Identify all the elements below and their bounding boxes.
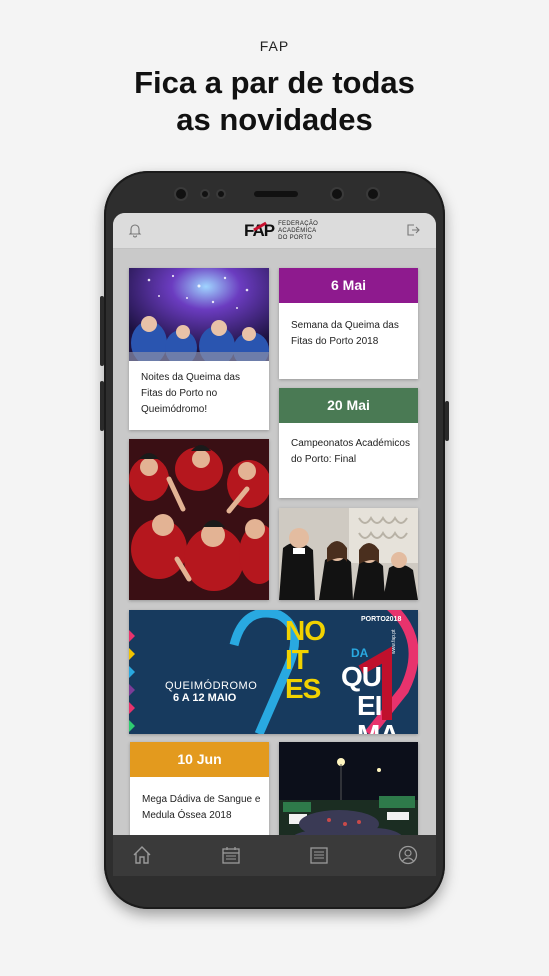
banner-queima-line-3: MA — [341, 720, 400, 734]
sensor-icon — [202, 191, 208, 197]
banner-noites: NO IT ES — [285, 615, 326, 704]
card-title: Noites da Queima das Fitas do Porto no Q… — [141, 372, 240, 415]
page-headline: Fica a par de todas as novidades — [0, 64, 549, 138]
page-kicker: FAP — [259, 38, 290, 54]
calendar-icon[interactable] — [221, 845, 241, 865]
iris-camera-icon — [332, 189, 342, 199]
logo-word-2: ACADÉMICA — [278, 227, 317, 234]
students-cheering-image — [129, 439, 269, 600]
event-date: 6 Mai — [279, 268, 418, 303]
profile-icon[interactable] — [398, 845, 418, 865]
event-title: Mega Dádiva de Sangue e Medula Óssea 201… — [142, 794, 261, 821]
banner-queima: QU EI MA — [341, 661, 400, 734]
logo-word-1: FEDERAÇÃO — [278, 220, 319, 227]
bottom-navigation — [113, 835, 436, 876]
banner-da: DA — [351, 646, 369, 660]
sensor-icon-2 — [218, 191, 224, 197]
queima-banner[interactable]: QUEIMÓDROMO 6 A 12 MAIO NO IT ES DA QU E… — [129, 610, 418, 734]
logout-icon[interactable] — [405, 222, 421, 238]
app-screen: FAP FEDERAÇÃO ACADÉMICA DO PORTO Noites … — [113, 213, 436, 876]
earpiece-speaker — [254, 191, 298, 197]
event-date: 20 Mai — [279, 388, 418, 423]
phone-top-bezel — [104, 171, 445, 215]
students-red-image-card[interactable] — [129, 439, 269, 600]
fap-logo-mark: FAP — [244, 221, 275, 241]
iris-camera-icon-2 — [368, 189, 378, 199]
headline-line-2: as novidades — [176, 102, 373, 137]
fap-logo-words: FEDERAÇÃO ACADÉMICA DO PORTO — [278, 221, 318, 242]
event-card-campeonatos[interactable]: 20 Mai Campeonatos Académicos do Porto: … — [279, 388, 418, 498]
banner-noites-line-2: IT — [285, 644, 309, 675]
event-title: Campeonatos Académicos do Porto: Final — [291, 438, 410, 465]
headline-line-1: Fica a par de todas — [134, 65, 415, 100]
banner-noites-line-3: ES — [285, 673, 321, 704]
event-card-semana[interactable]: 6 Mai Semana da Queima das Fitas do Port… — [279, 268, 418, 379]
news-card-noites[interactable]: Noites da Queima das Fitas do Porto no Q… — [129, 268, 269, 430]
banner-dates: 6 A 12 MAIO — [173, 692, 237, 704]
front-camera-icon — [176, 189, 186, 199]
students-capes-image-card[interactable] — [279, 508, 418, 600]
logo-word-3: DO PORTO — [278, 234, 313, 241]
event-title: Semana da Queima das Fitas do Porto 2018 — [291, 320, 399, 347]
bell-icon[interactable] — [127, 222, 143, 238]
news-icon[interactable] — [309, 845, 329, 865]
students-capes-image — [279, 508, 418, 600]
event-date: 10 Jun — [130, 742, 269, 777]
banner-noites-line-1: NO — [285, 615, 326, 646]
volume-button — [100, 296, 104, 366]
banner-queima-line-1: QU — [341, 661, 382, 692]
banner-side-text: www.fap.pt — [391, 629, 397, 654]
power-button — [445, 401, 449, 441]
fap-logo: FAP FEDERAÇÃO ACADÉMICA DO PORTO — [244, 219, 318, 243]
home-icon[interactable] — [132, 845, 152, 865]
banner-porto-tag: PORTO2018 — [361, 616, 402, 623]
banner-location: QUEIMÓDROMO — [165, 680, 258, 692]
app-header: FAP FEDERAÇÃO ACADÉMICA DO PORTO — [113, 213, 436, 249]
banner-queima-line-2: EI — [357, 690, 382, 721]
concert-crowd-image — [129, 268, 269, 361]
volume-button-2 — [100, 381, 104, 431]
